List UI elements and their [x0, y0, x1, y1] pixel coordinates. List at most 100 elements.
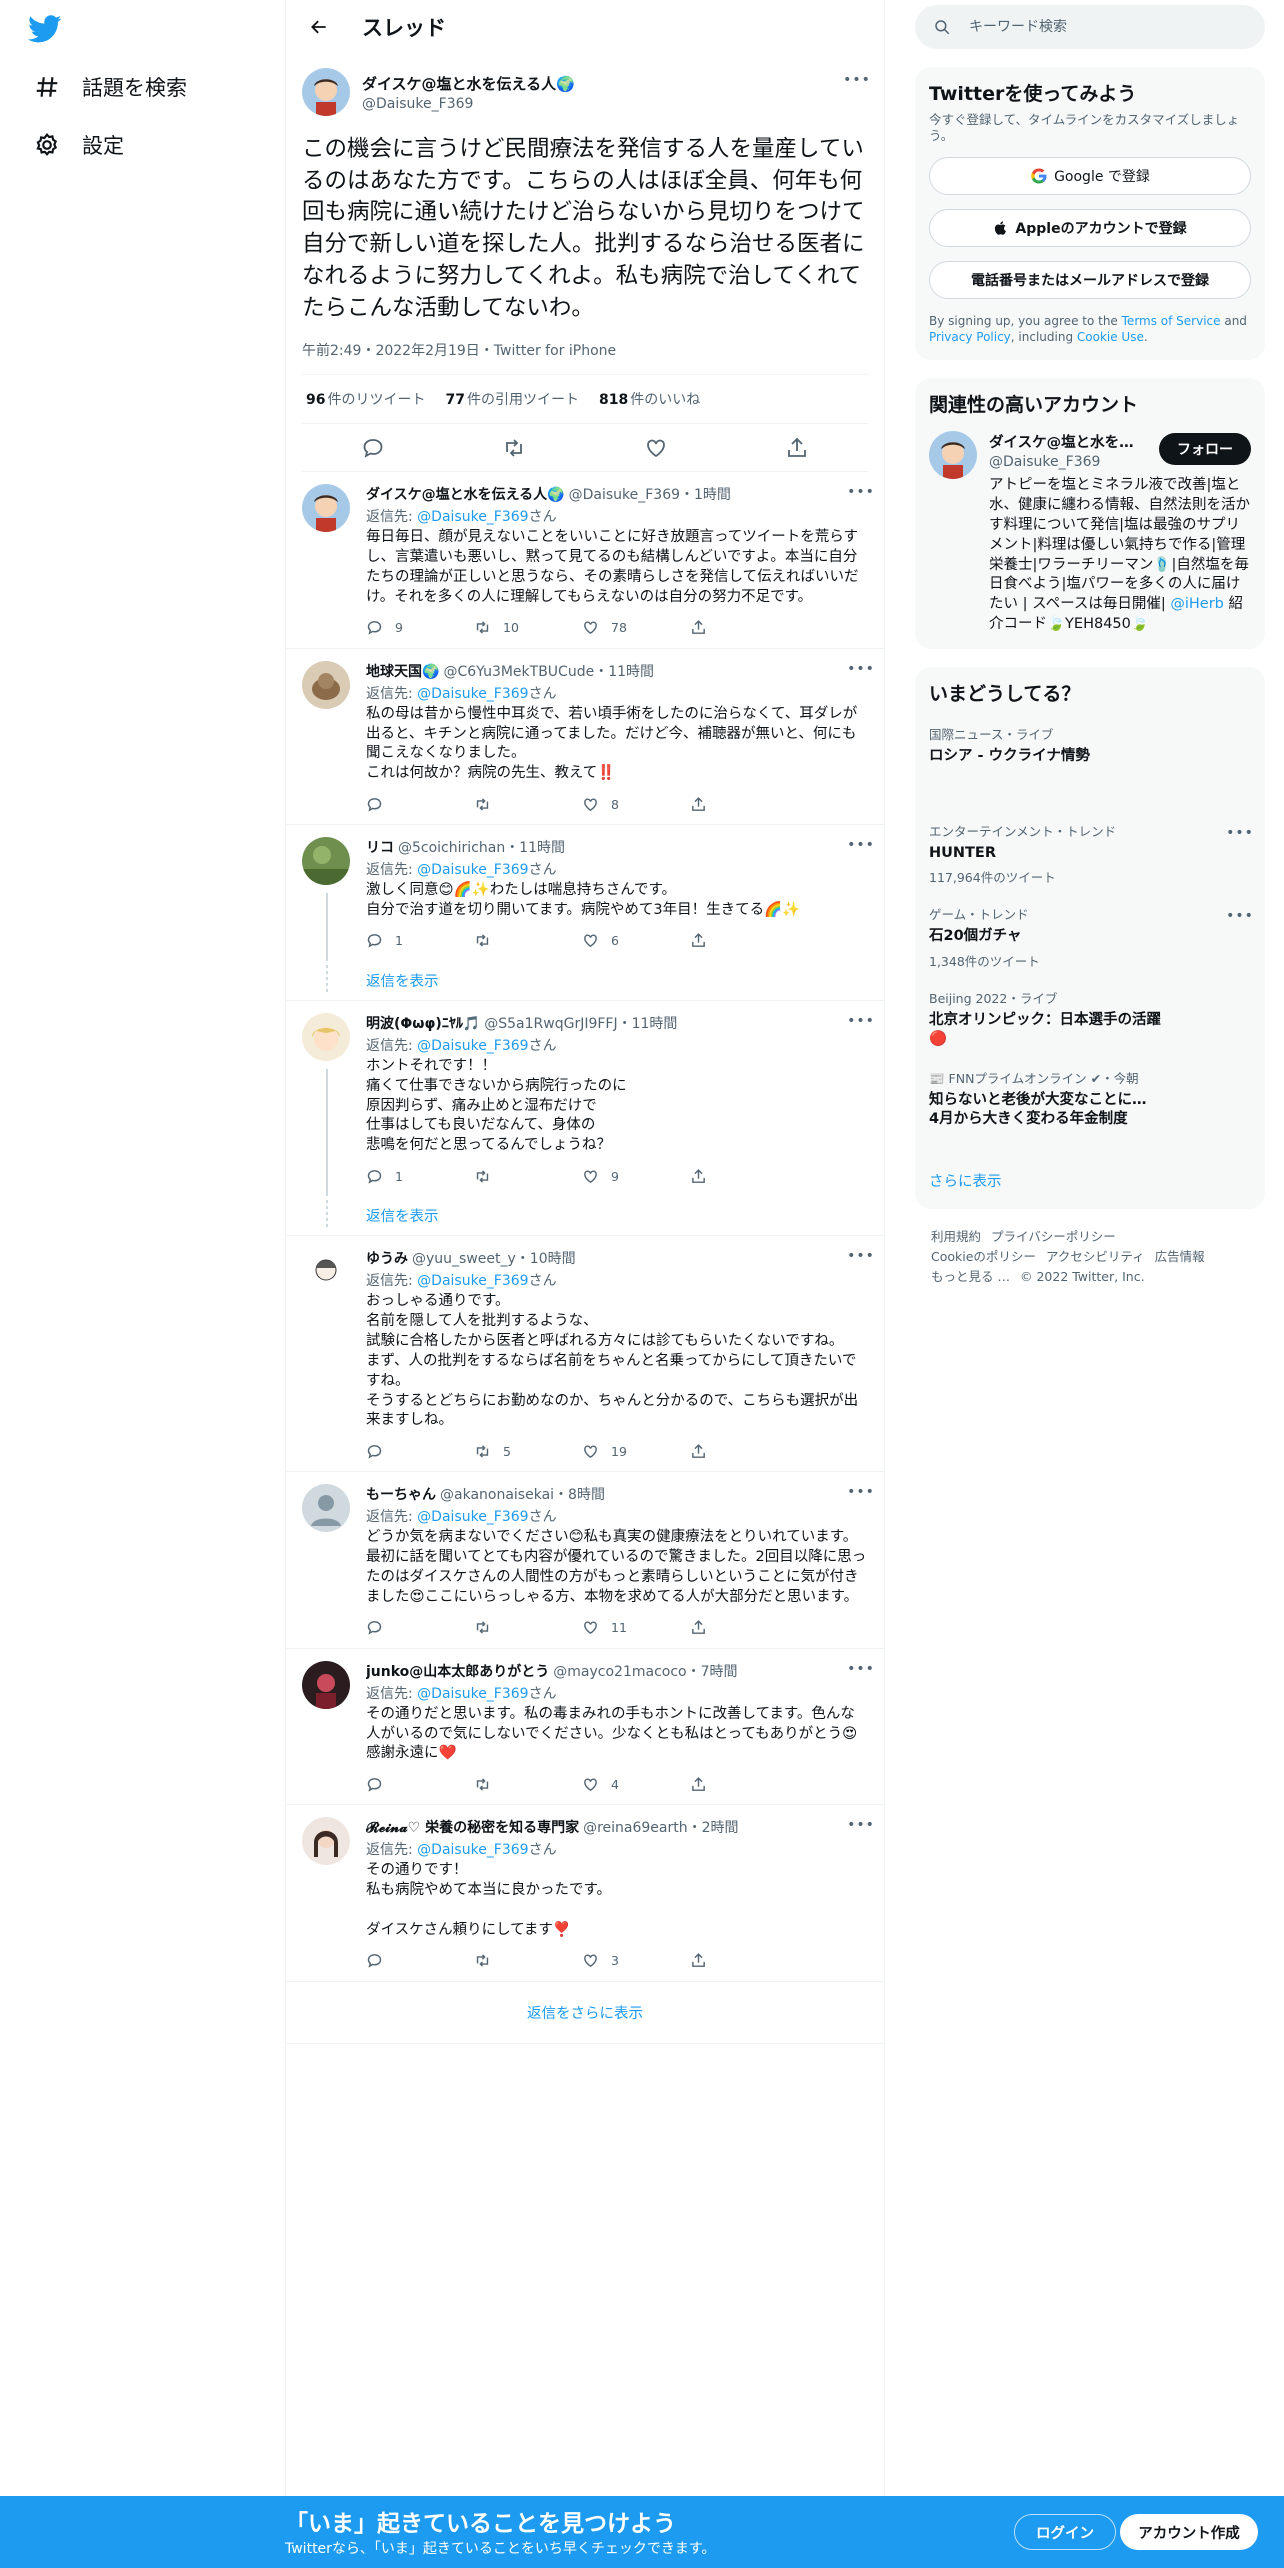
reply-button[interactable] [366, 1619, 474, 1636]
reply-author-handle[interactable]: @reina69earth [583, 1820, 688, 1836]
reply-button[interactable] [366, 1776, 474, 1793]
retweet-icon[interactable] [502, 436, 526, 460]
reply-time[interactable]: ・8時間 [554, 1484, 605, 1504]
show-more-replies-button[interactable]: 返信をさらに表示 [286, 1982, 884, 2044]
share-button[interactable] [690, 1168, 720, 1185]
share-icon[interactable] [785, 436, 809, 460]
avatar[interactable] [302, 837, 350, 886]
reply-author-name[interactable]: リコ [366, 837, 394, 857]
footer-accessibility-link[interactable]: アクセシビリティ [1046, 1249, 1145, 1264]
retweet-button[interactable] [474, 796, 582, 813]
reply-author-handle[interactable]: @Daisuke_F369 [569, 487, 680, 503]
footer-privacy-link[interactable]: プライバシーポリシー [991, 1229, 1116, 1244]
twitter-logo-icon[interactable] [28, 12, 68, 52]
reply-author-name[interactable]: もーちゃん [366, 1484, 436, 1504]
author-name[interactable]: ダイスケ@塩と水を伝える人🌍 [362, 73, 575, 94]
footer-cookie-link[interactable]: Cookieのポリシー [931, 1249, 1036, 1264]
share-button[interactable] [690, 796, 720, 813]
reply-author-handle[interactable]: @5coichirichan [398, 840, 505, 856]
reply-author-name[interactable]: 地球天国🌍 [366, 661, 439, 681]
related-account[interactable]: ダイスケ@塩と水を伝える人🌍 @Daisuke_F369 フォロー アトピーを塩… [929, 431, 1251, 635]
like-button[interactable]: 8 [582, 796, 690, 813]
like-button[interactable]: 11 [582, 1619, 690, 1636]
reply-time[interactable]: ・2時間 [688, 1817, 739, 1837]
reply-tweet[interactable]: junko@山本太郎ありがとう @mayco21macoco ・7時間 ••• 返信… [286, 1649, 884, 1806]
avatar[interactable] [929, 431, 977, 480]
reply-time[interactable]: ・11時間 [618, 1013, 678, 1033]
retweet-button[interactable]: 5 [474, 1443, 582, 1460]
search-box[interactable] [915, 5, 1265, 49]
reply-button[interactable]: 9 [366, 619, 474, 636]
reply-to-handle-link[interactable]: @Daisuke_F369 [417, 1273, 528, 1289]
reply-tweet[interactable]: 明波(Φωφ)ﾆﾔﾙ🎵 @S5a1RwqGrJI9FFJ ・11時間 ••• 返信先… [286, 1001, 884, 1197]
avatar[interactable] [302, 68, 350, 116]
like-button[interactable]: 19 [582, 1443, 690, 1460]
follow-button[interactable]: フォロー [1159, 433, 1251, 466]
reply-author-name[interactable]: 𝓡𝓮𝓲𝓷𝓪♡ 栄養の秘密を知る専門家 [366, 1817, 579, 1837]
more-options-button[interactable]: ••• [847, 1659, 874, 1679]
reply-time[interactable]: ・11時間 [594, 661, 654, 681]
share-button[interactable] [690, 619, 720, 636]
bio-mention-link[interactable]: @iHerb [1170, 596, 1224, 612]
share-button[interactable] [690, 1443, 720, 1460]
avatar[interactable] [302, 1012, 350, 1061]
retweet-count-link[interactable]: 96 件のリツイート [306, 389, 425, 409]
trend-item[interactable]: 国際ニュース・ライブ ロシア - ウクライナ情勢 [929, 724, 1251, 767]
avatar[interactable] [302, 660, 350, 709]
nav-item-explore[interactable]: 話題を検索 [34, 65, 187, 109]
reply-button[interactable] [366, 796, 474, 813]
share-button[interactable] [690, 932, 720, 949]
reply-to-handle-link[interactable]: @Daisuke_F369 [417, 1842, 528, 1858]
reply-tweet[interactable]: ダイスケ@塩と水を伝える人🌍 @Daisuke_F369 ・1時間 ••• 返信先:… [286, 472, 884, 649]
trend-more-button[interactable]: ••• [1226, 823, 1253, 843]
avatar[interactable] [302, 1248, 350, 1297]
terms-of-service-link[interactable]: Terms of Service [1122, 314, 1221, 328]
avatar[interactable] [302, 1484, 350, 1533]
nav-item-settings[interactable]: 設定 [34, 123, 124, 167]
reply-tweet[interactable]: 𝓡𝓮𝓲𝓷𝓪♡ 栄養の秘密を知る専門家 @reina69earth ・2時間 ••• … [286, 1805, 884, 1982]
show-replies-link[interactable]: 返信を表示 [286, 1196, 884, 1237]
retweet-button[interactable] [474, 1619, 582, 1636]
reply-author-name[interactable]: junko@山本太郎ありがとう [366, 1661, 549, 1681]
footer-more-link[interactable]: もっと見る … [931, 1269, 1010, 1284]
reply-to-handle-link[interactable]: @Daisuke_F369 [417, 862, 528, 878]
avatar[interactable] [302, 484, 350, 533]
reply-author-handle[interactable]: @S5a1RwqGrJI9FFJ [484, 1016, 617, 1032]
reply-author-handle[interactable]: @yuu_sweet_y [412, 1251, 516, 1267]
more-options-button[interactable]: ••• [847, 1482, 874, 1502]
reply-author-name[interactable]: 明波(Φωφ)ﾆﾔﾙ🎵 [366, 1013, 480, 1033]
more-options-button[interactable]: ••• [847, 659, 874, 679]
reply-tweet[interactable]: もーちゃん @akanonaisekai ・8時間 ••• 返信先: @Daisuk… [286, 1472, 884, 1649]
reply-author-name[interactable]: ダイスケ@塩と水を伝える人🌍 [366, 484, 565, 504]
reply-time[interactable]: ・11時間 [505, 837, 565, 857]
reply-time[interactable]: ・10時間 [516, 1248, 576, 1268]
quote-count-link[interactable]: 77 件の引用ツイート [445, 389, 578, 409]
reply-to-handle-link[interactable]: @Daisuke_F369 [417, 509, 528, 525]
trend-more-button[interactable]: ••• [1226, 906, 1253, 926]
like-button[interactable]: 3 [582, 1952, 690, 1969]
reply-button[interactable] [366, 1443, 474, 1460]
trend-item[interactable]: 📰 FNNプライムオンライン ✔・今朝 知らないと老後が大変なことに… 4月から… [929, 1068, 1251, 1130]
share-button[interactable] [690, 1619, 720, 1636]
retweet-button[interactable] [474, 1776, 582, 1793]
google-signup-button[interactable]: Google で登録 [929, 156, 1251, 195]
cookie-use-link[interactable]: Cookie Use [1077, 330, 1144, 344]
more-options-button[interactable]: ••• [847, 1246, 874, 1266]
related-account-name[interactable]: ダイスケ@塩と水を伝える人🌍 [989, 431, 1137, 452]
more-options-button[interactable]: ••• [843, 70, 870, 90]
reply-button[interactable] [366, 1952, 474, 1969]
like-button[interactable]: 4 [582, 1776, 690, 1793]
reply-author-handle[interactable]: @mayco21macoco [553, 1664, 686, 1680]
reply-to-handle-link[interactable]: @Daisuke_F369 [417, 1686, 528, 1702]
reply-time[interactable]: ・7時間 [687, 1661, 738, 1681]
reply-to-handle-link[interactable]: @Daisuke_F369 [417, 1509, 528, 1525]
like-button[interactable]: 6 [582, 932, 690, 949]
heart-icon[interactable] [644, 436, 668, 460]
retweet-button[interactable] [474, 1952, 582, 1969]
reply-tweet[interactable]: 地球天国🌍 @C6Yu3MekTBUCude ・11時間 ••• 返信先: @Dai… [286, 649, 884, 826]
more-options-button[interactable]: ••• [847, 482, 874, 502]
reply-author-name[interactable]: ゆうみ [366, 1248, 408, 1268]
create-account-button[interactable]: アカウント作成 [1120, 2514, 1258, 2550]
login-button[interactable]: ログイン [1014, 2514, 1116, 2550]
share-button[interactable] [690, 1952, 720, 1969]
